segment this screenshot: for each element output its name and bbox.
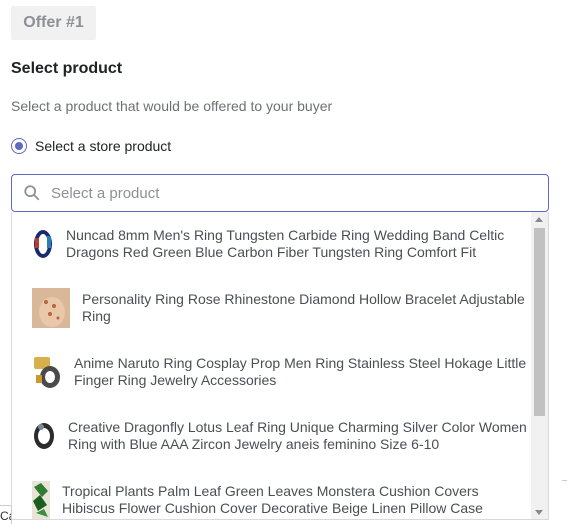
scrollbar-thumb[interactable] <box>534 228 545 416</box>
ring-product-thumbnail <box>34 357 60 388</box>
cancel-button[interactable]: Ca <box>0 505 12 524</box>
dropdown-scrollbar[interactable] <box>531 212 548 519</box>
product-title: Anime Naruto Ring Cosplay Prop Men Ring … <box>74 355 527 388</box>
offer-tab[interactable]: Offer #1 <box>11 6 96 40</box>
product-option-5[interactable]: Tropical Plants Palm Leaf Green Leaves M… <box>12 468 530 519</box>
product-dropdown-list[interactable]: Nuncad 8mm Men's Ring Tungsten Carbide R… <box>11 212 549 520</box>
bracelet-product-thumbnail <box>32 288 70 328</box>
radio-button[interactable] <box>11 138 27 154</box>
product-option-1[interactable]: Nuncad 8mm Men's Ring Tungsten Carbide R… <box>12 212 530 276</box>
product-title: Tropical Plants Palm Leaf Green Leaves M… <box>62 483 483 516</box>
ring-product-thumbnail <box>34 423 54 449</box>
helper-text: Select a product that would be offered t… <box>11 98 333 114</box>
radio-store-product[interactable]: Select a store product <box>11 136 171 156</box>
product-title: Personality Ring Rose Rhinestone Diamond… <box>82 291 525 324</box>
scroll-up-arrow-icon[interactable] <box>535 217 543 222</box>
product-title: Nuncad 8mm Men's Ring Tungsten Carbide R… <box>66 227 505 260</box>
product-option-4[interactable]: Creative Dragonfly Lotus Leaf Ring Uniqu… <box>12 404 530 468</box>
product-search-field[interactable] <box>11 174 549 212</box>
scroll-down-arrow-icon[interactable] <box>535 510 543 515</box>
product-option-2[interactable]: Personality Ring Rose Rhinestone Diamond… <box>12 276 530 340</box>
cushion-product-thumbnail <box>32 481 50 519</box>
product-title: Creative Dragonfly Lotus Leaf Ring Uniqu… <box>68 419 527 452</box>
radio-selected-dot <box>15 142 23 150</box>
radio-label: Select a store product <box>35 138 172 154</box>
panel-edge <box>562 480 567 524</box>
product-search-input[interactable] <box>51 184 531 202</box>
product-option-3[interactable]: Anime Naruto Ring Cosplay Prop Men Ring … <box>12 340 530 404</box>
ring-product-thumbnail <box>34 230 52 258</box>
offer-tab-label: Offer #1 <box>23 14 84 31</box>
search-icon <box>24 185 40 201</box>
section-title: Select product <box>11 60 123 77</box>
